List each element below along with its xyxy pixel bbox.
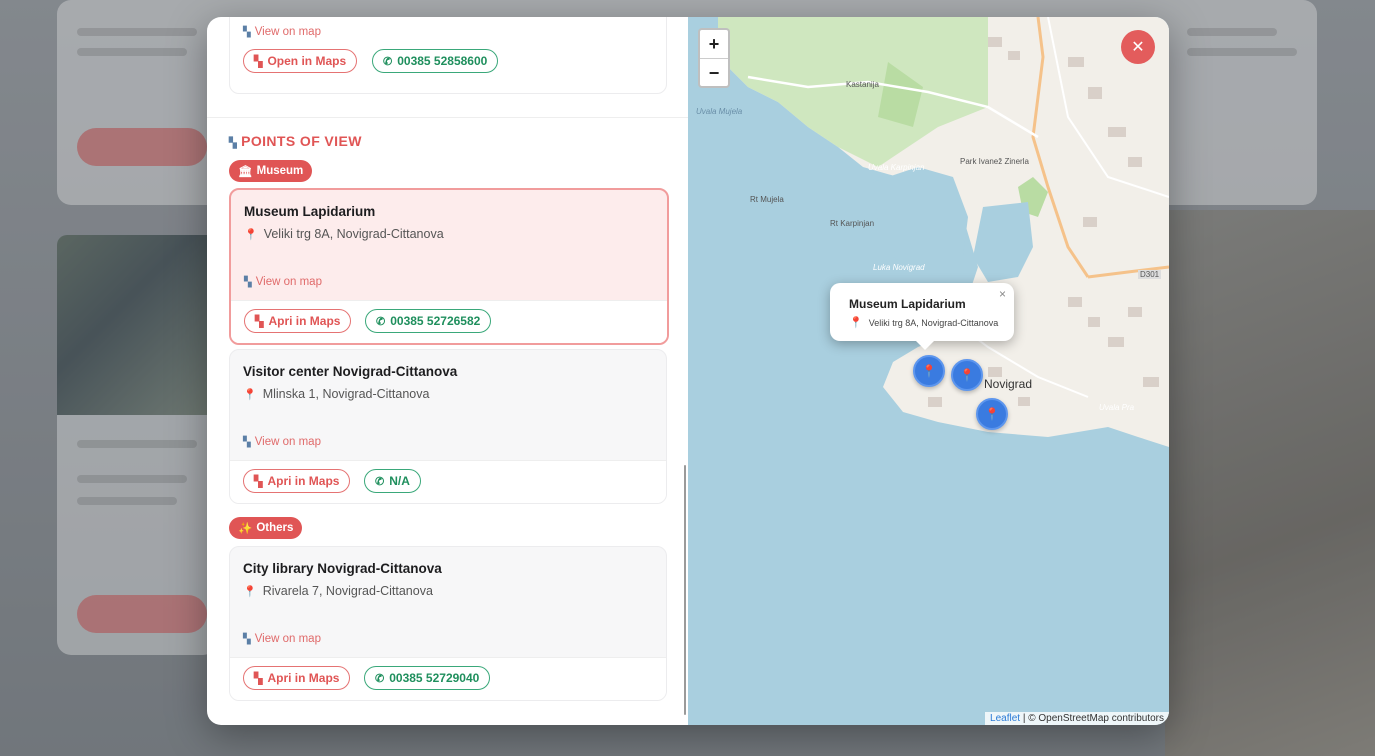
map-label: Uvala Pra [1099, 403, 1135, 412]
place-name: Visitor center Novigrad-Cittanova [243, 364, 458, 379]
leaflet-link[interactable]: Leaflet [990, 713, 1020, 724]
close-modal-button[interactable]: ✕ [1121, 30, 1155, 64]
map-icon: ▚ [254, 55, 263, 68]
category-badge-others: ✨ Others [229, 517, 303, 539]
map-icon: ▚ [243, 437, 251, 448]
pin-icon: 📍 [959, 368, 975, 382]
map-label: Park Ivanež Zinerla [960, 157, 1029, 166]
open-in-maps-button[interactable]: ▚ Apri in Maps [243, 469, 351, 493]
map-attribution: Leaflet | © OpenStreetMap contributors [985, 712, 1169, 725]
map-marker[interactable]: 📍 [976, 398, 1008, 430]
map-view[interactable]: Uvala Mujela Rt Mujela Rt Karpinjan Uval… [688, 17, 1169, 725]
pin-icon: 📍 [243, 586, 257, 598]
map-icon: ▚ [254, 475, 263, 488]
sparkles-icon: ✨ [238, 523, 253, 535]
section-title: ▚ POINTS OF VIEW [229, 133, 362, 149]
museum-icon: 🏛 [238, 166, 253, 178]
map-label: Luka Novigrad [873, 263, 925, 272]
phone-button[interactable]: ✆ 00385 52858600 [372, 49, 499, 73]
place-address: 📍 Mlinska 1, Novigrad-Cittanova [243, 387, 430, 401]
places-list-panel[interactable]: ▚ View on map ▚ Open in Maps ✆ 00385 528586… [207, 17, 688, 725]
map-icon: ▚ [254, 672, 263, 685]
divider [207, 117, 688, 118]
map-label: Novigrad [984, 377, 1033, 391]
map-label: D301 [1138, 270, 1162, 279]
map-label: Rt Mujela [750, 195, 784, 204]
map-marker[interactable]: 📍 [913, 355, 945, 387]
popup-title: Museum Lapidarium [849, 297, 966, 311]
phone-icon: ✆ [376, 315, 386, 328]
open-in-maps-button[interactable]: ▚ Apri in Maps [244, 309, 352, 333]
open-in-maps-button[interactable]: ▚ Apri in Maps [243, 666, 351, 690]
place-name: City library Novigrad-Cittanova [243, 561, 442, 576]
map-icon: ▚ [229, 138, 238, 149]
map-label: Uvala Mujela [696, 107, 743, 116]
place-card-visitor-center[interactable]: Visitor center Novigrad-Cittanova 📍 Mlins… [229, 349, 667, 504]
map-icon: ▚ [243, 27, 251, 38]
zoom-in-button[interactable]: + [700, 30, 728, 59]
zoom-control: + − [698, 28, 730, 88]
place-card-previous: ▚ View on map ▚ Open in Maps ✆ 00385 528586… [229, 17, 667, 94]
card-actions: ▚ Apri in Maps ✆ N/A [230, 460, 666, 503]
place-address: 📍 Rivarela 7, Novigrad-Cittanova [243, 584, 433, 598]
pin-icon: 📍 [984, 407, 1000, 421]
place-name: Museum Lapidarium [244, 204, 376, 219]
card-actions: ▚ Apri in Maps ✆ 00385 52729040 [230, 657, 666, 700]
map-icon: ▚ [244, 277, 252, 288]
popup-address: 📍 Veliki trg 8A, Novigrad-Cittanova [849, 317, 999, 329]
open-in-maps-button[interactable]: ▚ Open in Maps [243, 49, 358, 73]
view-on-map-link[interactable]: ▚ View on map [244, 276, 322, 288]
map-icon: ▚ [255, 315, 264, 328]
phone-icon: ✆ [383, 55, 393, 68]
category-badge-museum: 🏛 Museum [229, 160, 313, 182]
map-popup: Museum Lapidarium 📍 Veliki trg 8A, Novigr… [830, 283, 1014, 350]
phone-button[interactable]: ✆ 00385 52726582 [365, 309, 492, 333]
map-label: Uvala Karpinjan [868, 163, 925, 172]
zoom-out-button[interactable]: − [700, 59, 728, 87]
place-address: 📍 Veliki trg 8A, Novigrad-Cittanova [244, 227, 444, 241]
scrollbar[interactable] [684, 465, 686, 715]
map-label: Kastanija [846, 80, 879, 89]
map-marker[interactable]: 📍 [951, 359, 983, 391]
close-icon: ✕ [1131, 39, 1145, 56]
popup-close-button[interactable]: × [999, 287, 1006, 301]
place-card-city-library[interactable]: City library Novigrad-Cittanova 📍 Rivarel… [229, 546, 667, 701]
phone-icon: ✆ [375, 672, 385, 685]
card-actions: ▚ Apri in Maps ✆ 00385 52726582 [231, 300, 667, 343]
view-on-map-link[interactable]: ▚ View on map [243, 26, 321, 38]
view-on-map-link[interactable]: ▚ View on map [243, 633, 321, 645]
map-icon: ▚ [243, 634, 251, 645]
pin-icon: 📍 [849, 317, 863, 329]
phone-button[interactable]: ✆ N/A [364, 469, 421, 493]
pin-icon: 📍 [243, 389, 257, 401]
place-card-museum-lapidarium[interactable]: Museum Lapidarium 📍 Veliki trg 8A, Novigr… [229, 188, 669, 345]
pin-icon: 📍 [921, 364, 937, 378]
map-label: Rt Karpinjan [830, 219, 875, 228]
phone-button[interactable]: ✆ 00385 52729040 [364, 666, 491, 690]
phone-icon: ✆ [375, 475, 385, 488]
points-of-view-modal: ▚ View on map ▚ Open in Maps ✆ 00385 528586… [207, 17, 1169, 725]
pin-icon: 📍 [244, 229, 258, 241]
view-on-map-link[interactable]: ▚ View on map [243, 436, 321, 448]
